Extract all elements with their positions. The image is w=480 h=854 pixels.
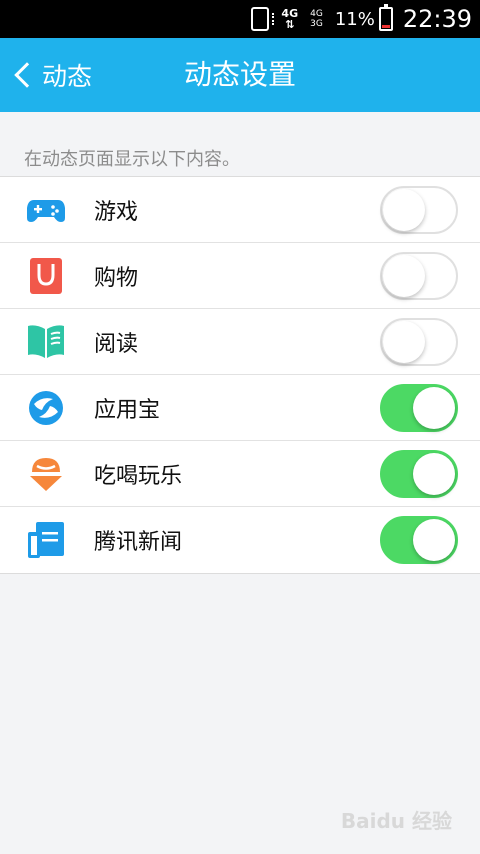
list-item-label: 阅读 bbox=[94, 331, 139, 357]
feed-settings-list: 游戏 购物 阅读 应用宝 吃喝玩乐 腾讯新闻 bbox=[0, 176, 480, 574]
watermark: Baidu 经验 bbox=[340, 809, 452, 833]
clock: 22:39 bbox=[402, 5, 472, 33]
data-arrows-icon: ⇅ bbox=[285, 18, 295, 31]
toggle-app-store[interactable] bbox=[380, 384, 458, 432]
list-item-label: 应用宝 bbox=[94, 397, 161, 423]
battery-icon bbox=[378, 4, 393, 31]
toggle-news[interactable] bbox=[380, 516, 458, 564]
list-item-food[interactable]: 吃喝玩乐 bbox=[0, 441, 480, 507]
title-bar: 动态 动态设置 bbox=[0, 38, 480, 112]
list-item-reading[interactable]: 阅读 bbox=[0, 309, 480, 375]
toggle-food[interactable] bbox=[380, 450, 458, 498]
toggle-reading[interactable] bbox=[380, 318, 458, 366]
gamepad-icon bbox=[27, 200, 65, 222]
food-icon bbox=[30, 458, 62, 491]
news-icon bbox=[28, 522, 64, 558]
shopping-bag-icon bbox=[30, 258, 62, 294]
list-item-news[interactable]: 腾讯新闻 bbox=[0, 507, 480, 573]
signal-label-3g: 3G bbox=[310, 19, 323, 29]
list-item-games[interactable]: 游戏 bbox=[0, 177, 480, 243]
list-item-shopping[interactable]: 购物 bbox=[0, 243, 480, 309]
list-item-label: 腾讯新闻 bbox=[94, 530, 183, 555]
toggle-games[interactable] bbox=[380, 186, 458, 234]
section-hint: 在动态页面显示以下内容。 bbox=[24, 149, 240, 170]
network-type-indicator: 4G ⇅ bbox=[281, 8, 298, 30]
list-item-label: 游戏 bbox=[94, 199, 139, 225]
battery-percent: 11% bbox=[334, 8, 375, 30]
list-item-label: 吃喝玩乐 bbox=[94, 463, 183, 489]
list-item-app-store[interactable]: 应用宝 bbox=[0, 375, 480, 441]
toggle-shopping[interactable] bbox=[380, 252, 458, 300]
app-store-icon bbox=[29, 391, 63, 425]
signal-icon: 4G 3G bbox=[310, 9, 323, 29]
phone-vibrate-icon bbox=[251, 7, 275, 31]
signal-label-4g: 4G bbox=[310, 9, 323, 19]
back-button[interactable]: 动态 bbox=[10, 38, 92, 112]
list-item-label: 购物 bbox=[94, 265, 139, 291]
status-bar: 4G ⇅ 4G 3G 11% 22:39 bbox=[0, 0, 480, 38]
chevron-left-icon bbox=[14, 62, 40, 88]
book-icon bbox=[28, 325, 64, 358]
back-label: 动态 bbox=[42, 62, 93, 91]
